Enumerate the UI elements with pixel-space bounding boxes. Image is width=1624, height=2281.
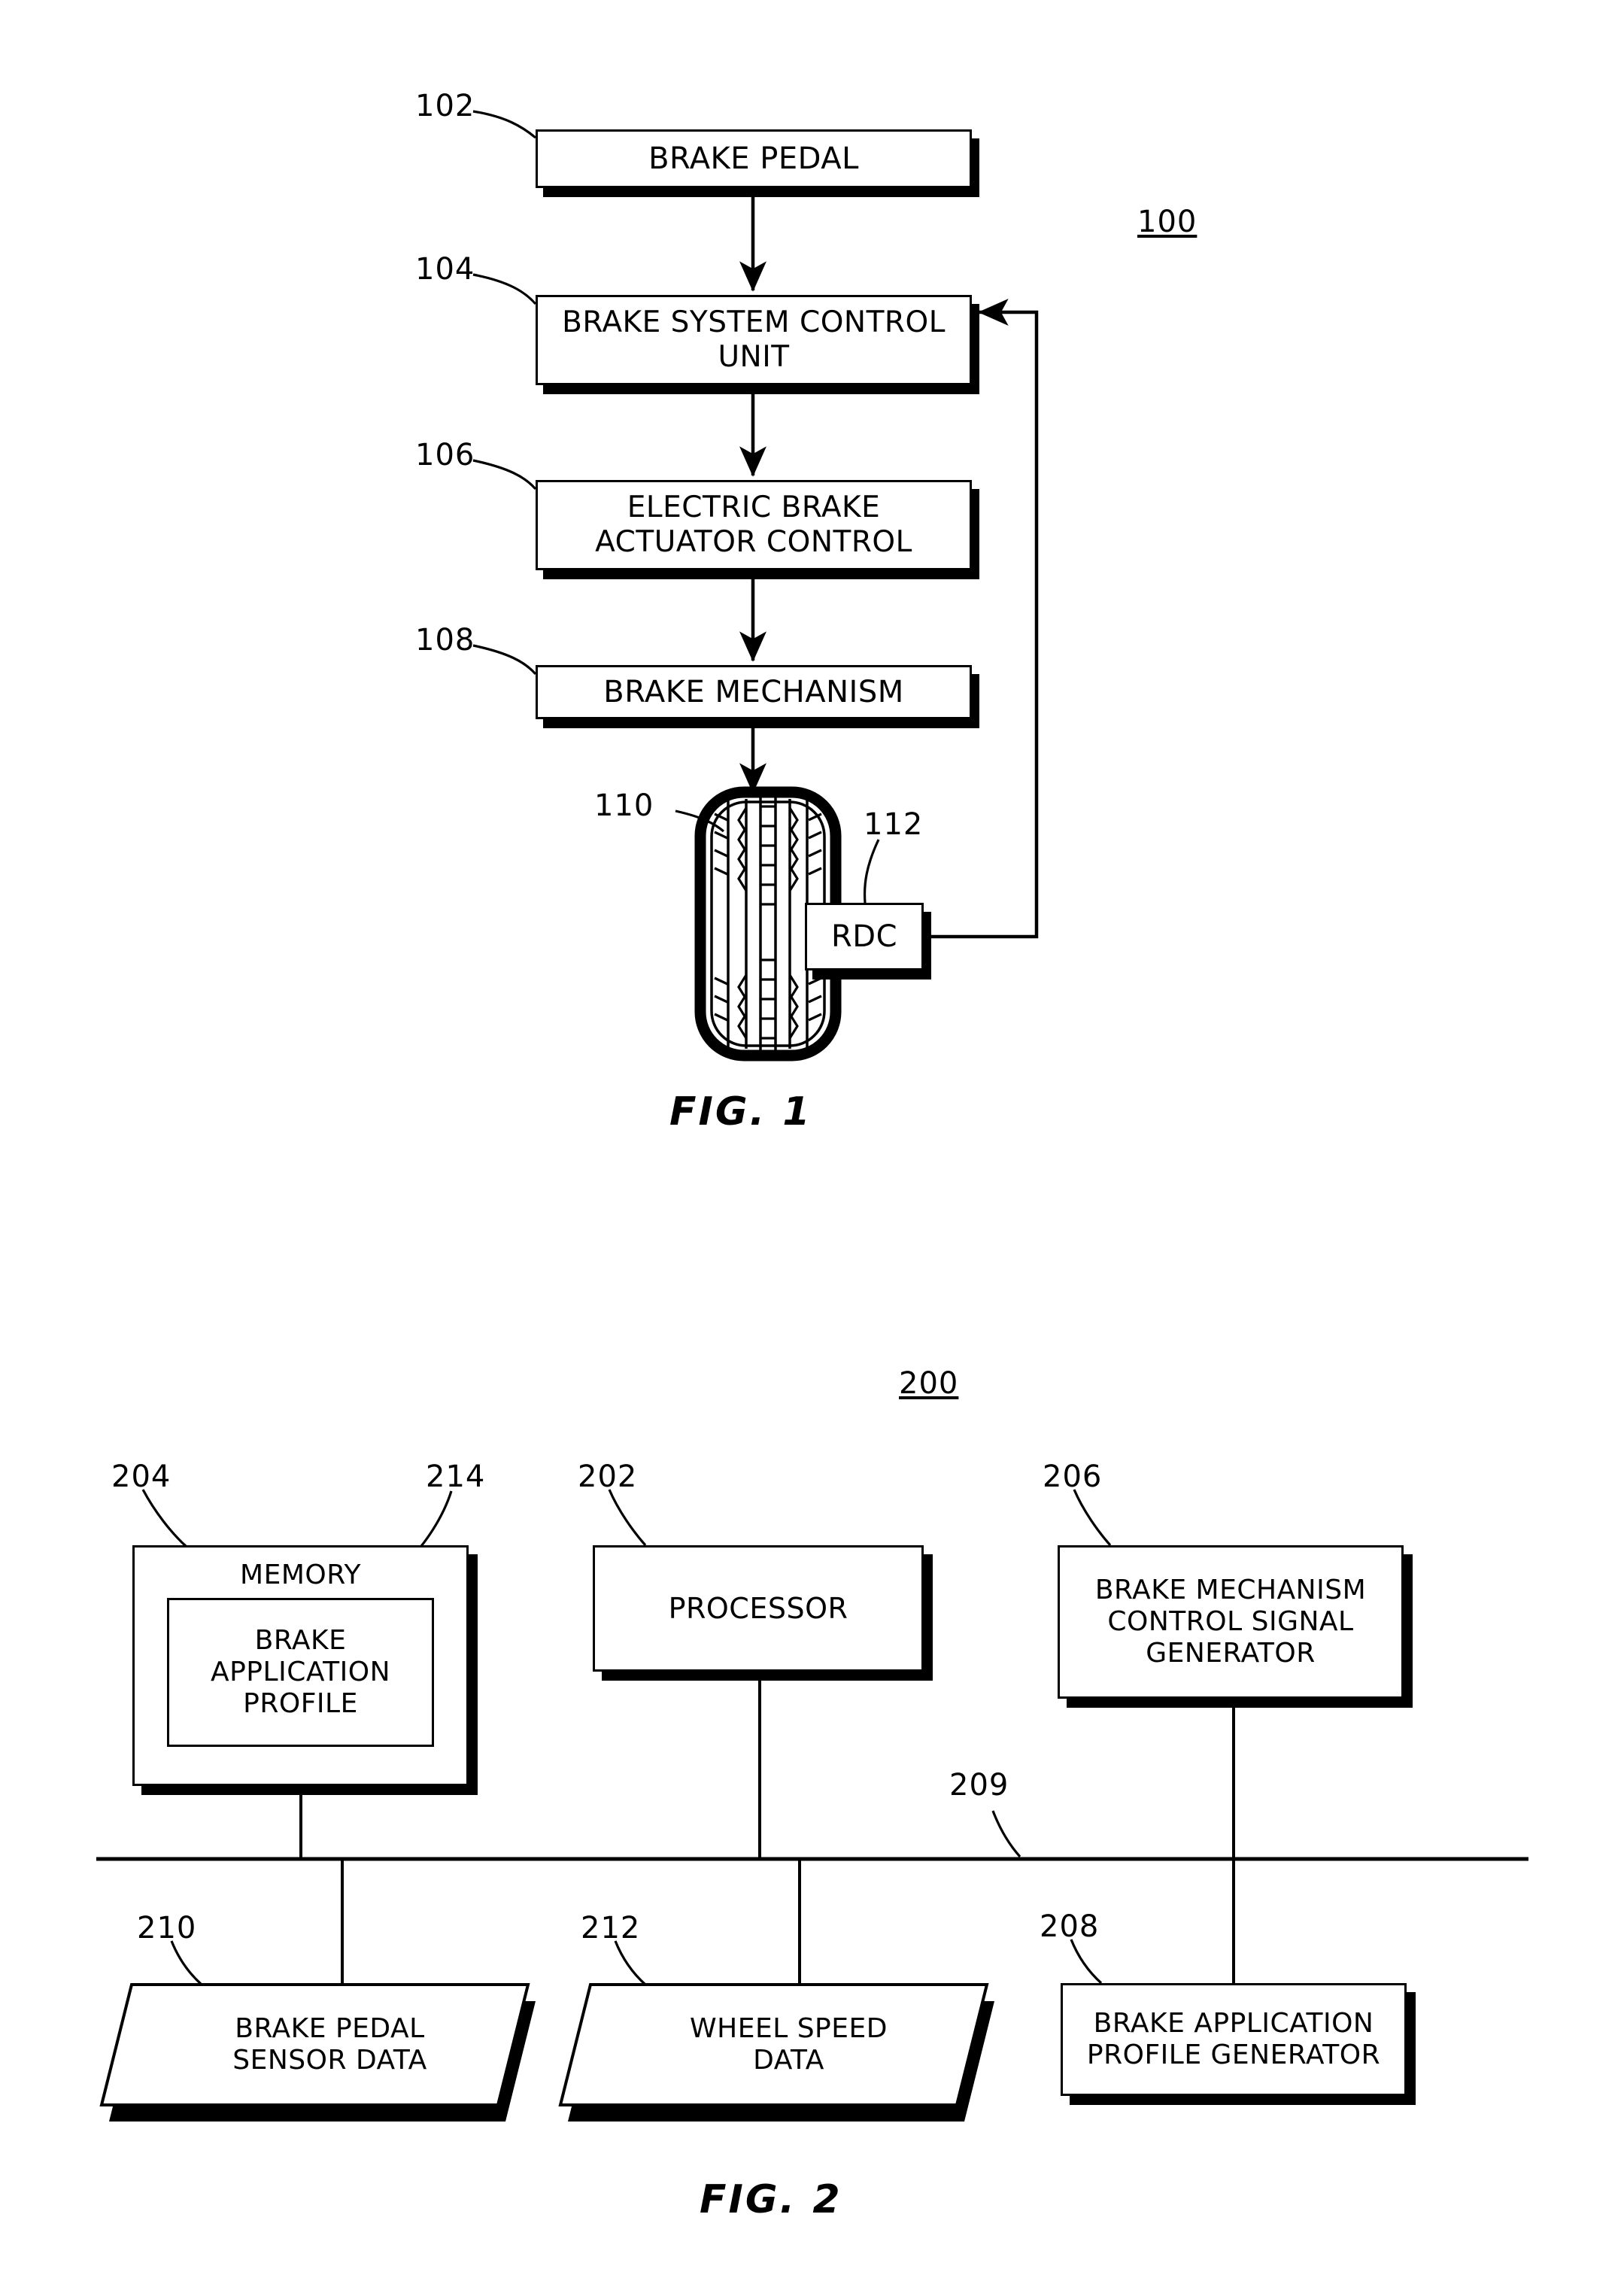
bscu-line-2: UNIT: [718, 340, 790, 374]
profgen-line-1: BRAKE APPLICATION: [1093, 2007, 1374, 2039]
node-rdc-label: RDC: [830, 919, 898, 954]
node-brake-mechanism-control-signal-generator[interactable]: BRAKE MECHANISM CONTROL SIGNAL GENERATOR: [1058, 1545, 1404, 1699]
figure2-label: FIG. 2: [700, 2177, 842, 2222]
wheel-data-line-2: DATA: [753, 2045, 824, 2076]
ref-110: 110: [594, 788, 654, 823]
leader-204: [141, 1489, 188, 1548]
node-brake-pedal[interactable]: BRAKE PEDAL: [536, 129, 972, 188]
bap-line-2: APPLICATION: [210, 1656, 391, 1687]
leader-212: [614, 1940, 647, 1986]
node-brake-pedal-label: BRAKE PEDAL: [648, 141, 859, 176]
pedal-data-line-2: SENSOR DATA: [232, 2045, 427, 2076]
leader-208: [1070, 1939, 1103, 1985]
node-brake-application-profile-generator[interactable]: BRAKE APPLICATION PROFILE GENERATOR: [1061, 1983, 1407, 2096]
ref-106: 106: [415, 438, 475, 472]
ref-208: 208: [1040, 1909, 1100, 1944]
node-bscu-label: BRAKE SYSTEM CONTROL UNIT: [556, 305, 952, 374]
leader-112: [863, 839, 880, 904]
ref-202: 202: [578, 1459, 638, 1494]
node-brake-mechanism[interactable]: BRAKE MECHANISM: [536, 665, 972, 719]
figure2-system-ref: 200: [899, 1366, 959, 1401]
node-bap-label: BRAKE APPLICATION PROFILE: [205, 1625, 396, 1720]
ref-104: 104: [415, 252, 475, 287]
node-profile-generator-label: BRAKE APPLICATION PROFILE GENERATOR: [1081, 2008, 1386, 2071]
leader-210: [170, 1940, 203, 1986]
leader-102: [472, 110, 537, 139]
node-wheel-speed-data[interactable]: WHEEL SPEED DATA: [590, 1985, 987, 2105]
node-brake-mechanism-label: BRAKE MECHANISM: [603, 674, 904, 709]
ref-206: 206: [1043, 1459, 1103, 1494]
node-pedal-data-label: BRAKE PEDAL SENSOR DATA: [232, 2013, 426, 2076]
leader-108: [472, 644, 537, 676]
node-processor[interactable]: PROCESSOR: [593, 1545, 924, 1672]
leader-202: [608, 1489, 647, 1547]
ref-212: 212: [581, 1911, 641, 1945]
ebac-line-1: ELECTRIC BRAKE: [627, 491, 881, 525]
bap-line-1: BRAKE: [254, 1624, 347, 1656]
node-signal-generator-label: BRAKE MECHANISM CONTROL SIGNAL GENERATOR: [1089, 1575, 1372, 1669]
wheel-data-line-1: WHEEL SPEED: [690, 2012, 888, 2044]
node-brake-pedal-sensor-data[interactable]: BRAKE PEDAL SENSOR DATA: [132, 1985, 528, 2105]
leader-206: [1073, 1489, 1112, 1547]
node-wheel-data-label: WHEEL SPEED DATA: [690, 2013, 888, 2076]
node-memory-label: MEMORY: [240, 1560, 361, 1590]
ref-112: 112: [864, 807, 924, 842]
patent-drawing-sheet: 100 102 BRAKE PEDAL 104 BRAKE SYSTEM CON…: [0, 0, 1624, 2281]
leader-106: [472, 459, 537, 491]
figure1-label: FIG. 1: [669, 1089, 812, 1134]
ref-204: 204: [111, 1459, 172, 1494]
ebac-line-2: ACTUATOR CONTROL: [595, 525, 912, 559]
node-ebac-label: ELECTRIC BRAKE ACTUATOR CONTROL: [589, 491, 918, 559]
pedal-data-line-1: BRAKE PEDAL: [235, 2012, 425, 2044]
ref-108: 108: [415, 623, 475, 658]
bap-line-3: PROFILE: [243, 1688, 358, 1720]
feedback-loop-rdc-to-bscu: [931, 299, 1039, 939]
node-processor-label: PROCESSOR: [668, 1591, 848, 1625]
ref-209: 209: [949, 1768, 1009, 1803]
leader-209: [991, 1810, 1021, 1858]
bscu-line-1: BRAKE SYSTEM CONTROL: [562, 305, 946, 340]
ref-214: 214: [426, 1459, 486, 1494]
siggen-line-3: GENERATOR: [1146, 1638, 1316, 1669]
leader-104: [472, 273, 537, 305]
figure1-system-ref: 100: [1137, 205, 1198, 239]
node-rdc[interactable]: RDC: [805, 903, 924, 970]
node-brake-application-profile[interactable]: BRAKE APPLICATION PROFILE: [167, 1598, 434, 1747]
node-electric-brake-actuator-control[interactable]: ELECTRIC BRAKE ACTUATOR CONTROL: [536, 480, 972, 570]
ref-210: 210: [137, 1911, 197, 1945]
ref-102: 102: [415, 89, 475, 123]
siggen-line-2: CONTROL SIGNAL: [1107, 1605, 1354, 1637]
node-brake-system-control-unit[interactable]: BRAKE SYSTEM CONTROL UNIT: [536, 295, 972, 385]
profgen-line-2: PROFILE GENERATOR: [1086, 2040, 1381, 2070]
siggen-line-1: BRAKE MECHANISM: [1094, 1574, 1367, 1605]
